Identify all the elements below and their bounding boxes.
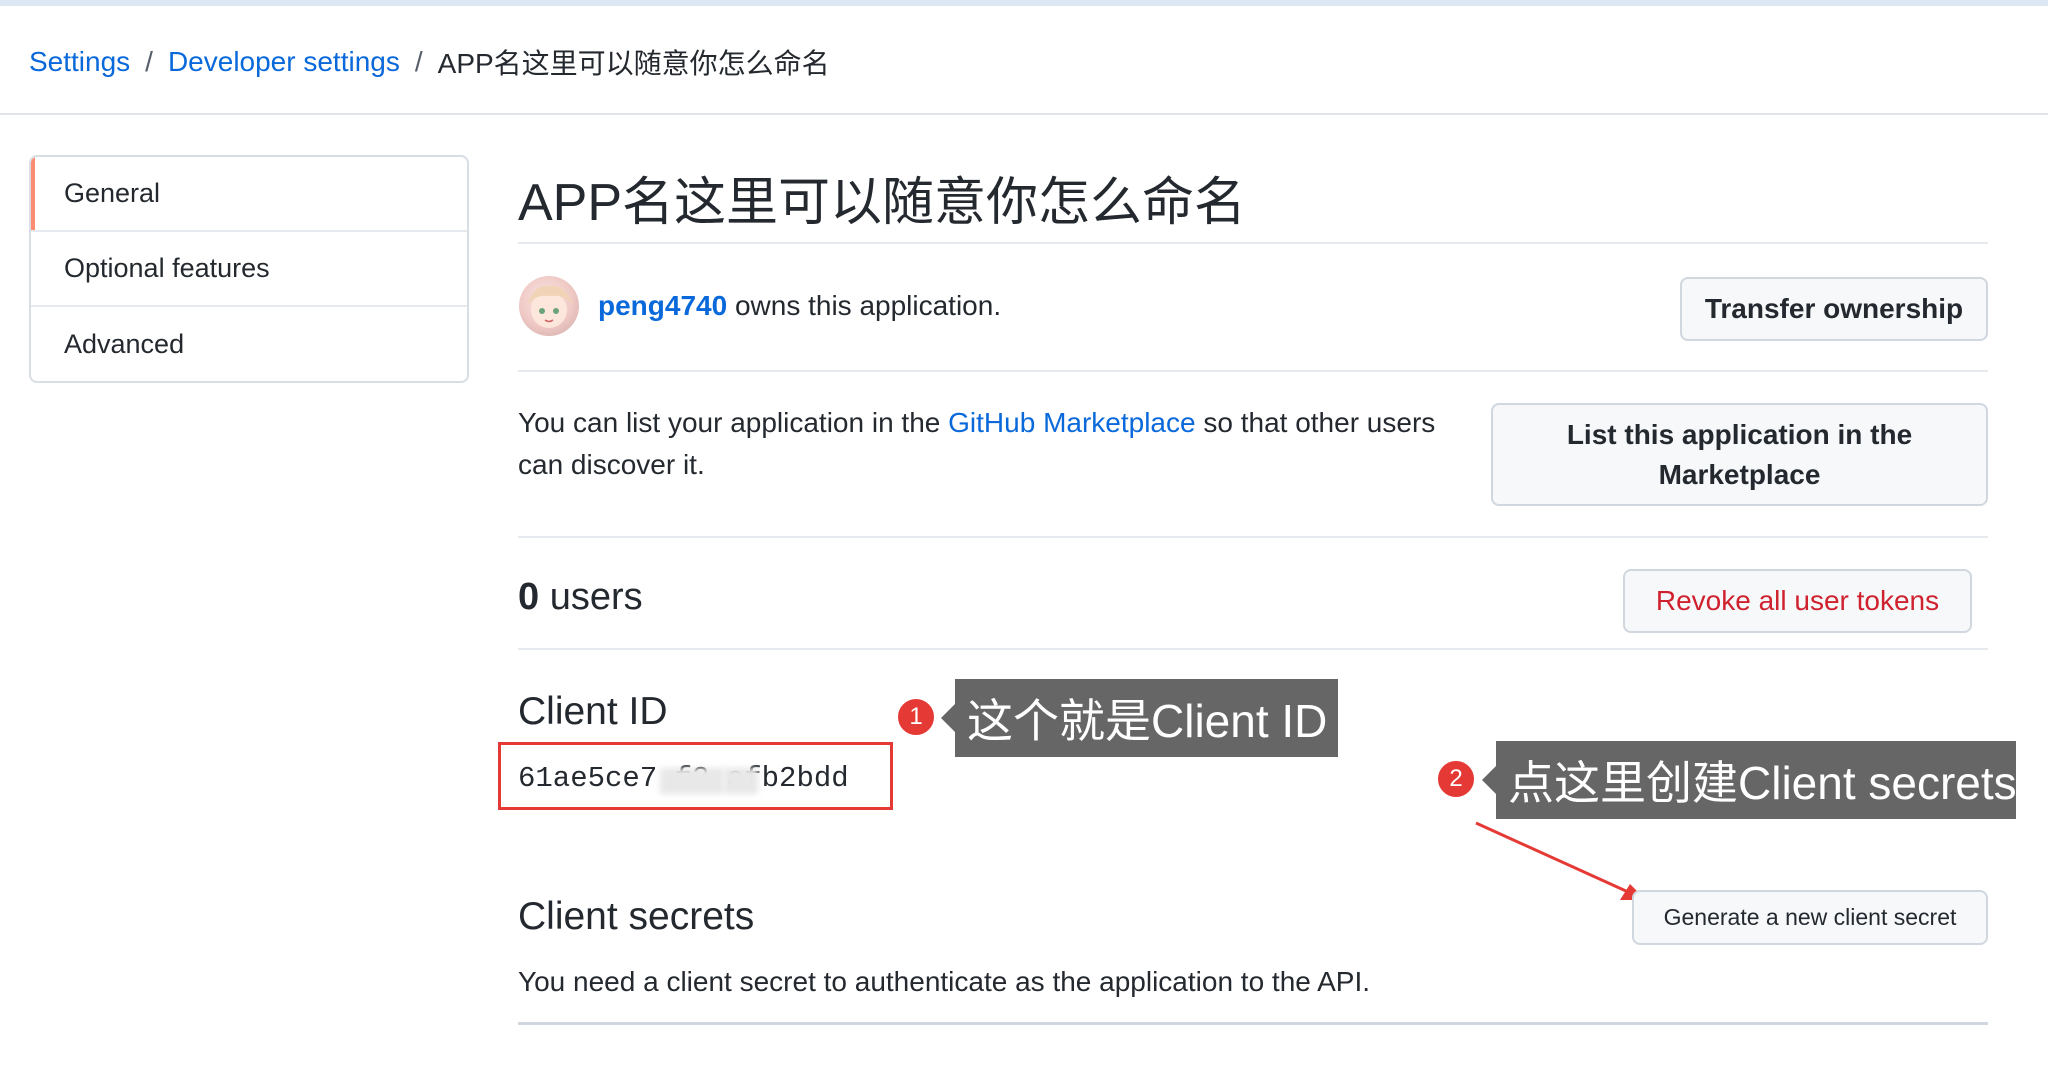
client-secrets-heading: Client secrets: [518, 895, 755, 938]
generate-client-secret-button[interactable]: Generate a new client secret: [1632, 890, 1988, 945]
section-divider: [518, 1022, 1988, 1025]
client-secrets-description: You need a client secret to authenticate…: [518, 966, 1371, 997]
